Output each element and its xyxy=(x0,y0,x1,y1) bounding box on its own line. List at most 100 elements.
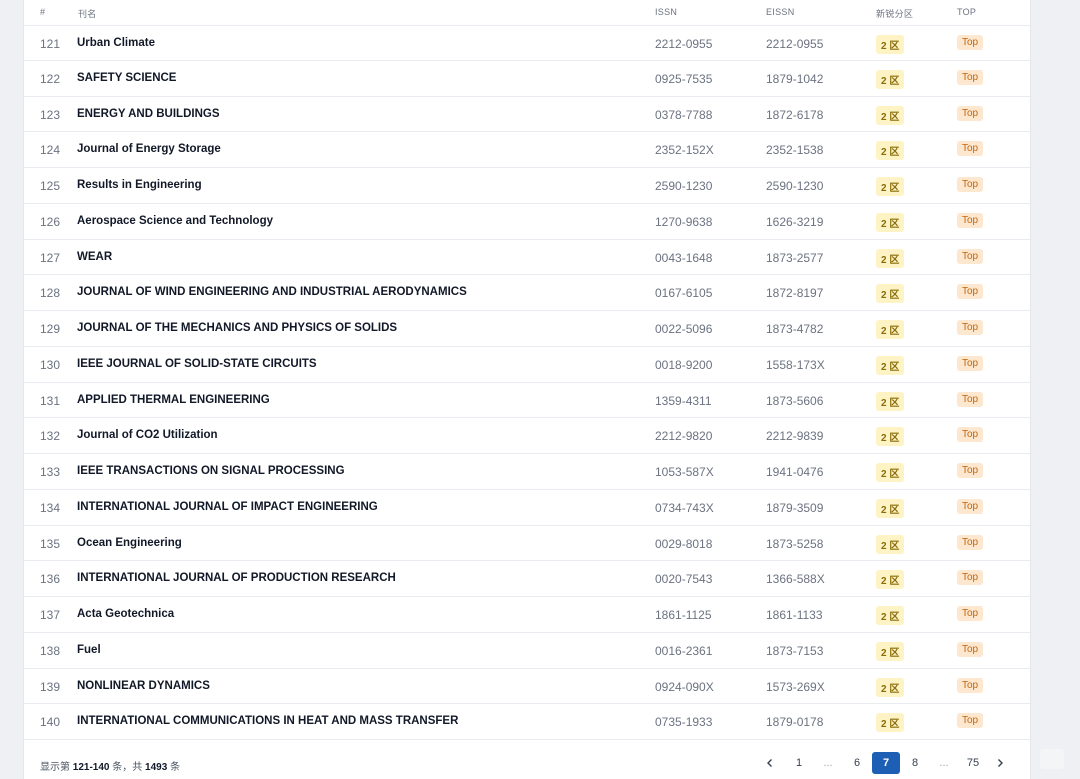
zone-badge: 2 区 xyxy=(876,320,905,339)
header-eissn[interactable]: EISSN xyxy=(766,7,795,17)
journal-name[interactable]: Fuel xyxy=(77,644,101,656)
table-row[interactable]: 127 WEAR 0043-1648 1873-2577 2 区 Top xyxy=(24,240,1030,276)
zone-badge: 2 区 xyxy=(876,69,905,89)
table-row[interactable]: 131 APPLIED THERMAL ENGINEERING 1359-4311 1… xyxy=(24,383,1030,419)
table-row[interactable]: 137 Acta Geotechnica 1861-1125 1861-1133 2 区… xyxy=(24,597,1030,633)
journal-name[interactable]: Aerospace Science and Technology xyxy=(77,215,273,227)
chevron-right-icon xyxy=(998,759,1003,768)
row-num: 129 xyxy=(40,322,61,336)
issn-value: 1861-1125 xyxy=(655,608,712,622)
journal-table-panel: # 刊名 ISSN EISSN 新锐分区 TOP 121 Urban Climat… xyxy=(23,0,1031,779)
eissn-value: 1861-1133 xyxy=(766,608,823,622)
row-num: 134 xyxy=(40,500,61,515)
table-row[interactable]: 121 Urban Climate 2212-0955 2212-0955 2 区 Top xyxy=(24,25,1030,61)
top-badge: Top xyxy=(957,284,984,300)
issn-value: 0029-8018 xyxy=(655,536,713,551)
header-zone[interactable]: 新锐分区 xyxy=(876,7,913,20)
journal-name[interactable]: JOURNAL OF WIND ENGINEERING AND INDUSTRI… xyxy=(77,286,467,298)
table-row[interactable]: 123 ENERGY AND BUILDINGS 0378-7788 1872-617… xyxy=(24,97,1030,133)
eissn-value: 1573-269X xyxy=(766,679,825,694)
header-num: # xyxy=(40,7,46,17)
summary-total: 1493 xyxy=(145,762,168,773)
top-badge: Top xyxy=(957,35,984,50)
journal-name[interactable]: SAFETY SCIENCE xyxy=(77,72,176,84)
journal-name[interactable]: WEAR xyxy=(77,251,112,263)
table-row[interactable]: 140 INTERNATIONAL COMMUNICATIONS IN HEAT … xyxy=(24,704,1030,740)
issn-value: 0018-9200 xyxy=(655,357,713,372)
summary-mid: 条，共 xyxy=(109,762,146,773)
table-row[interactable]: 139 NONLINEAR DYNAMICS 0924-090X 1573-269X 2… xyxy=(24,669,1030,705)
issn-value: 2352-152X xyxy=(655,143,714,158)
table-row[interactable]: 136 INTERNATIONAL JOURNAL OF PRODUCTION R… xyxy=(24,561,1030,597)
header-top[interactable]: TOP xyxy=(957,7,976,17)
eissn-value: 1873-5606 xyxy=(766,393,824,408)
zone-badge: 2 区 xyxy=(876,105,905,125)
table-row[interactable]: 126 Aerospace Science and Technology 1270-… xyxy=(24,204,1030,240)
row-num: 123 xyxy=(40,107,61,122)
page-button[interactable]: 6 xyxy=(843,752,871,774)
journal-name[interactable]: Results in Engineering xyxy=(77,179,202,191)
eissn-value: 2590-1230 xyxy=(766,179,824,193)
header-name[interactable]: 刊名 xyxy=(78,7,97,20)
top-badge: Top xyxy=(957,641,984,657)
header-issn[interactable]: ISSN xyxy=(655,7,677,17)
table-row[interactable]: 130 IEEE JOURNAL OF SOLID-STATE CIRCUITS 0… xyxy=(24,347,1030,383)
journal-name[interactable]: Urban Climate xyxy=(77,37,155,49)
row-num: 124 xyxy=(40,143,61,158)
table-row[interactable]: 125 Results in Engineering 2590-1230 2590-1… xyxy=(24,168,1030,204)
table-row[interactable]: 133 IEEE TRANSACTIONS ON SIGNAL PROCESSIN… xyxy=(24,454,1030,490)
issn-value: 1053-587X xyxy=(655,465,714,479)
table-row[interactable]: 134 INTERNATIONAL JOURNAL OF IMPACT ENGIN… xyxy=(24,490,1030,526)
issn-value: 0167-6105 xyxy=(655,286,713,301)
journal-name[interactable]: INTERNATIONAL JOURNAL OF PRODUCTION RESE… xyxy=(77,572,396,584)
row-num: 131 xyxy=(40,393,61,408)
table-footer: 显示第 121-140 条，共 1493 条 1... 6 7 8... 75 xyxy=(24,748,1030,779)
top-badge: Top xyxy=(957,248,984,264)
journal-name[interactable]: Journal of Energy Storage xyxy=(77,143,221,155)
page-button[interactable]: 1 xyxy=(785,752,813,774)
table-row[interactable]: 124 Journal of Energy Storage 2352-152X 235… xyxy=(24,132,1030,168)
pagination-ellipsis: ... xyxy=(823,757,833,769)
row-num: 126 xyxy=(40,214,61,229)
table-row[interactable]: 122 SAFETY SCIENCE 0925-7535 1879-1042 2 区 To… xyxy=(24,61,1030,97)
row-num: 122 xyxy=(40,71,61,86)
eissn-value: 1873-4782 xyxy=(766,322,824,336)
table-row[interactable]: 135 Ocean Engineering 0029-8018 1873-5258 2 … xyxy=(24,526,1030,562)
top-badge: Top xyxy=(957,534,984,550)
journal-name[interactable]: INTERNATIONAL COMMUNICATIONS IN HEAT AND… xyxy=(77,715,458,727)
top-badge: Top xyxy=(957,463,984,478)
journal-name[interactable]: APPLIED THERMAL ENGINEERING xyxy=(77,394,270,406)
zone-badge: 2 区 xyxy=(876,713,905,733)
journal-name[interactable]: Ocean Engineering xyxy=(77,537,182,549)
side-widget xyxy=(1040,749,1064,769)
eissn-value: 1873-7153 xyxy=(766,643,824,658)
page-button[interactable]: 8 xyxy=(901,752,929,774)
prev-page-button[interactable] xyxy=(756,752,784,774)
row-num: 128 xyxy=(40,286,61,301)
eissn-value: 1879-1042 xyxy=(766,71,824,86)
next-page-button[interactable] xyxy=(986,752,1014,774)
table-row[interactable]: 132 Journal of CO2 Utilization 2212-9820 22… xyxy=(24,418,1030,454)
journal-name[interactable]: Acta Geotechnica xyxy=(77,608,174,620)
zone-badge: 2 区 xyxy=(876,391,905,411)
row-num: 130 xyxy=(40,357,61,372)
journal-name[interactable]: ENERGY AND BUILDINGS xyxy=(77,108,220,120)
top-badge: Top xyxy=(957,105,984,121)
journal-name[interactable]: JOURNAL OF THE MECHANICS AND PHYSICS OF … xyxy=(77,322,397,334)
row-num: 138 xyxy=(40,643,61,658)
journal-name[interactable]: INTERNATIONAL JOURNAL OF IMPACT ENGINEER… xyxy=(77,501,378,513)
chevron-left-icon xyxy=(767,759,772,768)
table-row[interactable]: 138 Fuel 0016-2361 1873-7153 2 区 Top xyxy=(24,633,1030,669)
journal-name[interactable]: Journal of CO2 Utilization xyxy=(77,429,218,441)
table-row[interactable]: 128 JOURNAL OF WIND ENGINEERING AND INDUS… xyxy=(24,275,1030,311)
issn-value: 2212-0955 xyxy=(655,37,713,51)
page-button[interactable]: 75 xyxy=(959,752,987,774)
summary-range: 121-140 xyxy=(72,762,110,773)
journal-name[interactable]: IEEE TRANSACTIONS ON SIGNAL PROCESSING xyxy=(77,465,345,477)
row-num: 135 xyxy=(40,536,61,551)
page-button-current[interactable]: 7 xyxy=(872,752,900,774)
journal-name[interactable]: IEEE JOURNAL OF SOLID-STATE CIRCUITS xyxy=(77,358,317,370)
journal-name[interactable]: NONLINEAR DYNAMICS xyxy=(77,680,210,692)
row-num: 125 xyxy=(40,179,61,193)
table-row[interactable]: 129 JOURNAL OF THE MECHANICS AND PHYSICS … xyxy=(24,311,1030,347)
